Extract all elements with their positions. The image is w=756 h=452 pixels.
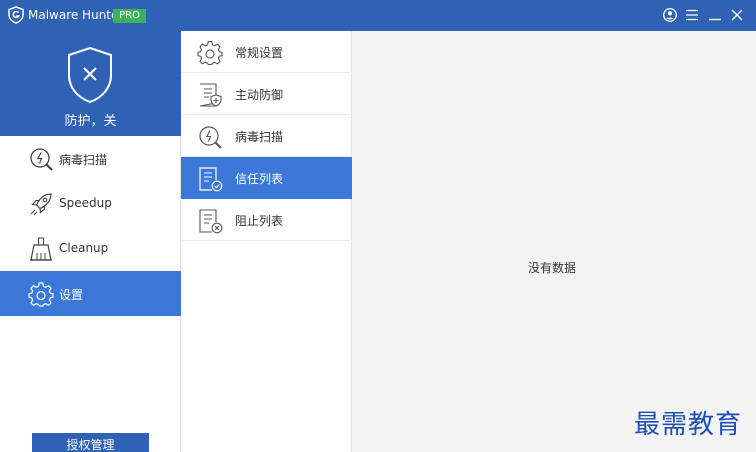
title-bar: Malware Hunter PRO <box>0 0 756 31</box>
empty-state-text: 没有数据 <box>527 261 576 275</box>
settings-item-block-list[interactable]: 阻止列表 <box>181 199 352 241</box>
app-window: Malware Hunter PRO 防护，关 病毒扫描 Speedup Cle… <box>0 0 756 452</box>
shield-doc-icon <box>199 83 222 107</box>
block-list-icon <box>199 209 223 234</box>
minimize-icon[interactable] <box>707 7 723 23</box>
virus-scan-icon <box>30 148 53 171</box>
app-logo-icon <box>8 6 24 24</box>
settings-item-active-defense[interactable]: 主动防御 <box>181 73 352 115</box>
close-icon[interactable] <box>729 7 745 23</box>
sidebar-item-label: Speedup <box>59 196 112 210</box>
license-management-button[interactable]: 授权管理 <box>32 433 149 452</box>
settings-item-label: 病毒扫描 <box>235 130 284 144</box>
broom-icon <box>30 237 52 261</box>
menu-icon[interactable] <box>684 7 700 23</box>
sidebar-item-virus-scan[interactable]: 病毒扫描 <box>0 136 181 181</box>
rocket-icon <box>30 193 52 216</box>
sidebar-item-cleanup[interactable]: Cleanup <box>0 226 181 271</box>
shield-x-icon <box>68 46 112 104</box>
main-content: 没有数据 <box>353 31 756 452</box>
app-title: Malware Hunter <box>28 8 124 22</box>
sidebar-item-settings[interactable]: 设置 <box>0 271 181 316</box>
pro-badge: PRO <box>113 9 146 23</box>
protection-panel[interactable]: 防护，关 <box>0 31 181 136</box>
settings-menu: 常规设置 主动防御 病毒扫描 信任列表 阻止列表 <box>181 31 352 452</box>
pro-badge-label: PRO <box>119 10 140 21</box>
watermark-text: 最需教育 <box>634 410 743 440</box>
sidebar-item-label: Cleanup <box>59 241 109 255</box>
settings-item-trust-list[interactable]: 信任列表 <box>181 157 352 199</box>
settings-item-virus-scan[interactable]: 病毒扫描 <box>181 115 352 157</box>
settings-item-label: 主动防御 <box>235 88 284 102</box>
user-icon[interactable] <box>662 7 678 23</box>
sidebar: 防护，关 病毒扫描 Speedup Cleanup 设置 授权管理 <box>0 31 181 452</box>
settings-item-label: 阻止列表 <box>235 214 284 228</box>
settings-item-label: 常规设置 <box>235 46 284 60</box>
protection-status: 防护，关 <box>64 114 117 129</box>
gear-icon <box>28 282 54 307</box>
sidebar-item-speedup[interactable]: Speedup <box>0 181 181 226</box>
settings-item-general[interactable]: 常规设置 <box>181 31 352 73</box>
sidebar-item-label: 设置 <box>59 288 84 302</box>
virus-scan-icon <box>199 126 222 149</box>
trust-list-icon <box>199 167 223 192</box>
gear-icon <box>197 40 223 66</box>
settings-item-label: 信任列表 <box>235 172 284 186</box>
sidebar-item-label: 病毒扫描 <box>59 153 108 167</box>
